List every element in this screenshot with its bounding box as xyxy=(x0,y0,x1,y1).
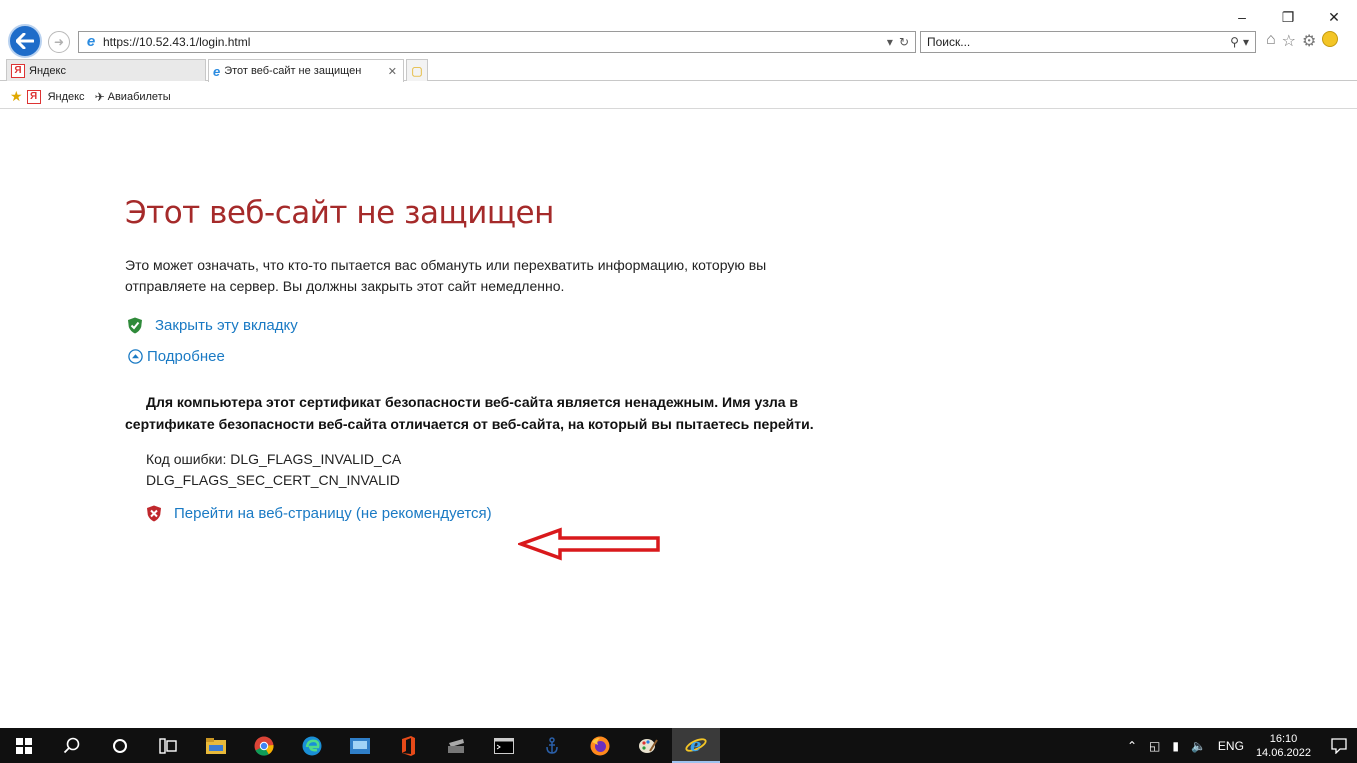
favorites-bar: ★ Я Яндекс ✈ Авиабилеты xyxy=(0,85,1357,109)
shield-check-icon xyxy=(128,317,142,334)
ie-page-icon: e xyxy=(213,63,221,79)
back-button[interactable] xyxy=(8,24,42,58)
favorite-label: Яндекс xyxy=(47,90,85,103)
new-tab-button[interactable]: ▢ xyxy=(406,59,428,81)
internet-explorer-icon[interactable]: e xyxy=(672,728,720,763)
paint-icon[interactable] xyxy=(624,728,672,763)
browser-chrome: – ❐ ✕ ➜ e https://10.52.43.1/login.html … xyxy=(0,0,1357,111)
chrome-icon[interactable] xyxy=(240,728,288,763)
tab-yandex[interactable]: Я Яндекс xyxy=(6,59,206,81)
language-indicator[interactable]: ENG xyxy=(1218,739,1244,753)
task-view-icon[interactable] xyxy=(144,728,192,763)
network-icon[interactable]: ◱ xyxy=(1149,739,1160,753)
close-tab-label[interactable]: Закрыть эту вкладку xyxy=(155,317,298,334)
cortana-icon[interactable] xyxy=(96,728,144,763)
favorite-item-avia[interactable]: ✈ Авиабилеты xyxy=(95,90,171,104)
home-icon[interactable]: ⌂ xyxy=(1266,31,1276,51)
windows-start-icon[interactable] xyxy=(0,728,48,763)
tab-current[interactable]: e Этот веб-сайт не защищен ✕ xyxy=(208,59,404,82)
search-icon[interactable] xyxy=(48,728,96,763)
system-tray: ⌃ ◱ ▮ 🔈 ENG 16:10 14.06.2022 xyxy=(1121,728,1357,763)
yandex-icon: Я xyxy=(26,89,41,104)
clock[interactable]: 16:10 14.06.2022 xyxy=(1256,732,1311,760)
window-controls: – ❐ ✕ xyxy=(1219,6,1357,28)
clock-date: 14.06.2022 xyxy=(1255,746,1311,759)
more-info-toggle[interactable]: Подробнее xyxy=(125,348,825,365)
ie-page-icon: e xyxy=(86,33,96,50)
gear-icon[interactable]: ⚙ xyxy=(1302,31,1316,51)
battery-icon[interactable]: ▮ xyxy=(1172,739,1179,753)
shield-x-icon xyxy=(147,505,161,522)
certificate-warning: Для компьютера этот сертификат безопасно… xyxy=(125,391,815,435)
page-title: Этот веб-сайт не защищен xyxy=(125,195,554,231)
search-dropdown-icon[interactable]: ▾ xyxy=(1243,35,1249,49)
feedback-smiley-icon[interactable] xyxy=(1322,31,1339,47)
dropdown-icon[interactable]: ▾ xyxy=(887,35,893,49)
annotation-arrow xyxy=(518,527,660,561)
forward-button[interactable]: ➜ xyxy=(48,31,70,53)
chevron-up-icon[interactable]: ⌃ xyxy=(1127,739,1137,753)
chevron-up-circle-icon xyxy=(128,349,143,364)
favorite-item-yandex[interactable]: Я Яндекс xyxy=(26,89,85,104)
clock-time: 16:10 xyxy=(1269,732,1298,745)
file-explorer-icon[interactable] xyxy=(192,728,240,763)
arrow-right-icon: ➜ xyxy=(53,35,65,49)
page-description: Это может означать, что кто-то пытается … xyxy=(125,257,767,294)
refresh-icon[interactable]: ↻ xyxy=(899,35,909,49)
search-box[interactable]: Поиск... ⚲ ▾ xyxy=(920,31,1256,53)
address-bar[interactable]: e https://10.52.43.1/login.html ▾ ↻ xyxy=(78,31,916,53)
error-code-line-1: Код ошибки: DLG_FLAGS_INVALID_CA xyxy=(146,451,402,467)
new-tab-icon: ▢ xyxy=(411,63,423,78)
favorite-label: Авиабилеты xyxy=(107,90,171,103)
edge-icon[interactable] xyxy=(288,728,336,763)
address-input[interactable]: https://10.52.43.1/login.html xyxy=(103,35,887,49)
svg-text:e: e xyxy=(690,735,701,755)
arrow-left-icon xyxy=(16,33,34,49)
restore-icon[interactable]: ❐ xyxy=(1265,6,1311,28)
anchor-icon[interactable] xyxy=(528,728,576,763)
more-info-label[interactable]: Подробнее xyxy=(147,348,225,365)
tab-bar: Я Яндекс e Этот веб-сайт не защищен ✕ ▢ xyxy=(0,59,1357,82)
notifications-icon[interactable] xyxy=(1321,737,1357,754)
minimize-icon[interactable]: – xyxy=(1219,6,1265,28)
close-tab-link[interactable]: Закрыть эту вкладку xyxy=(125,317,825,334)
continue-label[interactable]: Перейти на веб-страницу (не рекомендуетс… xyxy=(174,505,492,522)
firefox-icon[interactable] xyxy=(576,728,624,763)
office-icon[interactable] xyxy=(384,728,432,763)
remote-desktop-icon[interactable] xyxy=(336,728,384,763)
tab-label: Этот веб-сайт не защищен xyxy=(224,65,362,77)
warning-line-1: Для компьютера этот сертификат безопасно… xyxy=(146,394,719,410)
plane-icon: ✈ xyxy=(94,89,105,104)
tab-label: Яндекс xyxy=(29,64,66,77)
continue-to-site-link[interactable]: Перейти на веб-страницу (не рекомендуетс… xyxy=(146,505,825,522)
yandex-icon: Я xyxy=(11,63,25,78)
search-icon[interactable]: ⚲ xyxy=(1230,35,1239,49)
add-favorite-icon[interactable]: ★ xyxy=(10,88,23,105)
close-icon[interactable]: ✕ xyxy=(1311,6,1357,28)
search-input[interactable]: Поиск... xyxy=(927,35,1230,49)
certificate-error-page: Этот веб-сайт не защищен Это может означ… xyxy=(125,195,825,522)
terminal-icon[interactable] xyxy=(480,728,528,763)
error-codes: Код ошибки: DLG_FLAGS_INVALID_CA DLG_FLA… xyxy=(146,449,825,491)
volume-muted-icon[interactable]: 🔈 xyxy=(1191,739,1206,753)
toolbar-icons: ⌂ ☆ ⚙ xyxy=(1266,31,1339,51)
tab-close-icon[interactable]: ✕ xyxy=(388,65,397,78)
error-code-line-2: DLG_FLAGS_SEC_CERT_CN_INVALID xyxy=(146,472,400,488)
favorites-star-icon[interactable]: ☆ xyxy=(1282,31,1296,51)
printer-icon[interactable] xyxy=(432,728,480,763)
taskbar: e ⌃ ◱ ▮ 🔈 ENG 16:10 14.06.2022 xyxy=(0,728,1357,763)
